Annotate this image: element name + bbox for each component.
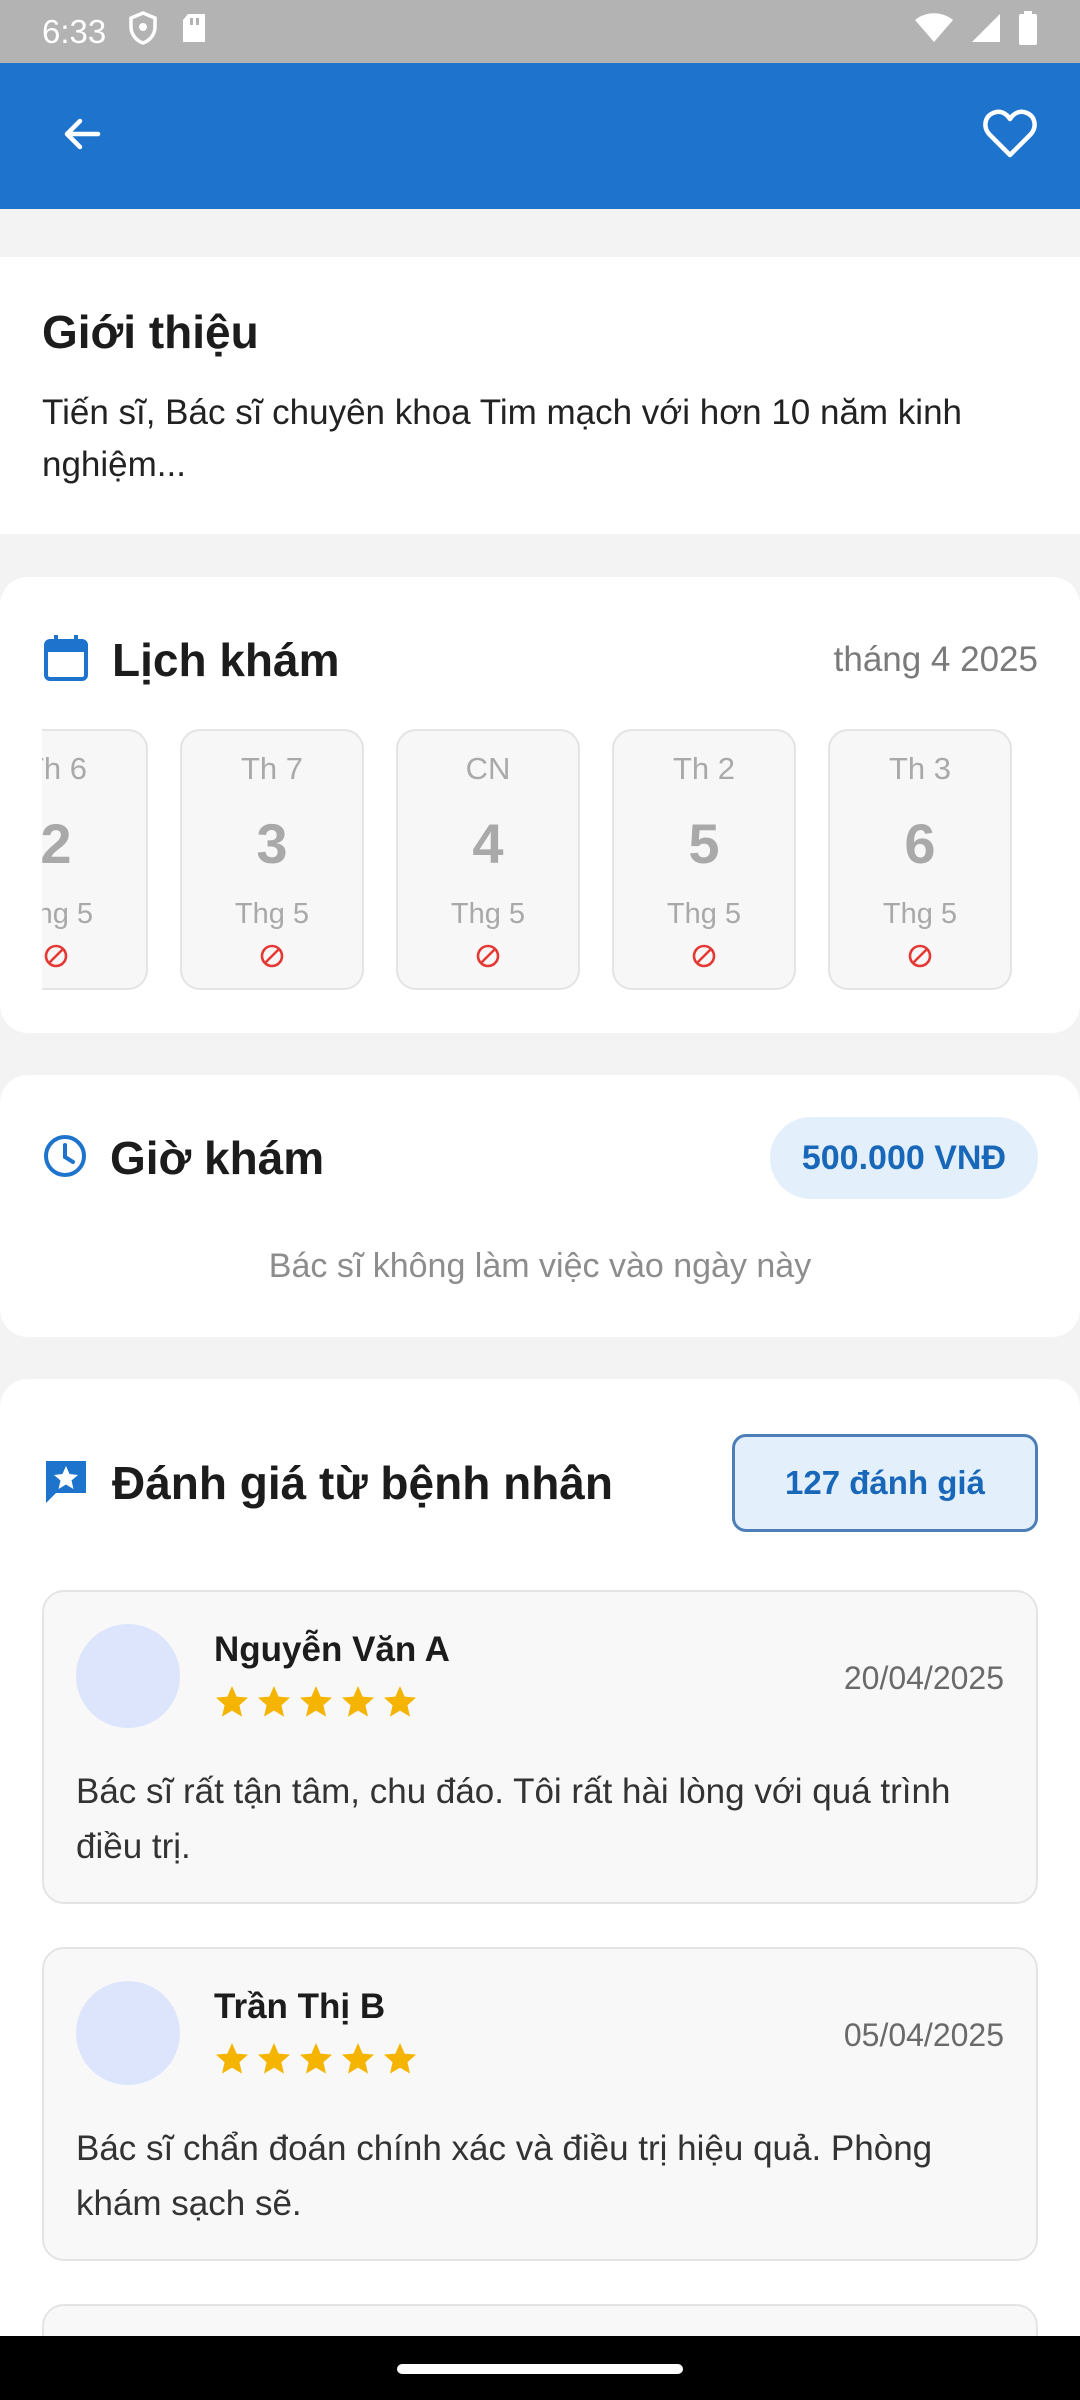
reviewer-name: Nguyễn Văn A [214,1630,450,1669]
day-of-week: Th 3 [888,751,952,786]
intro-card: Giới thiệu Tiến sĩ, Bác sĩ chuyên khoa T… [0,257,1080,534]
app-bar [0,63,1080,209]
star-icon [340,1684,376,1725]
battery-icon [1018,10,1038,53]
day-card[interactable]: Th 2 5 Thg 5 [612,729,796,990]
reviewer-name: Trần Thị B [214,1987,386,2026]
review-count-button[interactable]: 127 đánh giá [732,1434,1038,1532]
status-bar: 6:33 [0,0,1080,63]
shield-icon [128,10,158,53]
day-strip[interactable]: Th 62Thg 5Th 73Thg 5CN4Thg 5Th 25Thg 5Th… [42,729,1012,990]
arrow-back-icon [58,110,106,163]
day-number: 4 [472,812,504,875]
star-icon [256,1684,292,1725]
price-badge: 500.000 VNĐ [769,1117,1038,1199]
rating-stars [214,2041,418,2082]
day-month: Thg 5 [42,898,94,930]
day-picker[interactable]: Th 62Thg 5Th 73Thg 5CN4Thg 5Th 25Thg 5Th… [42,729,1080,994]
clock-icon [42,1133,88,1184]
unavailable-icon [43,943,69,974]
unavailable-icon [907,943,933,974]
star-icon [382,2041,418,2082]
schedule-month: tháng 4 2025 [833,640,1038,679]
star-icon [382,1684,418,1725]
review-item: Trần Thị B 05/04/2025 Bác sĩ chẩn đoán c… [42,1947,1038,2261]
review-item: Nguyễn Văn A 20/04/2025 Bác sĩ rất tận t… [42,1590,1038,1904]
star-icon [298,1684,334,1725]
day-card[interactable]: Th 3 6 Thg 5 [828,729,1012,990]
rating-stars [214,1684,418,1725]
gesture-nav-bar [0,2336,1080,2400]
hours-card: Giờ khám 500.000 VNĐ Bác sĩ không làm vi… [0,1075,1080,1337]
schedule-card: Lịch khám tháng 4 2025 Th 62Thg 5Th 73Th… [0,577,1080,1033]
review-text: Bác sĩ rất tận tâm, chu đáo. Tôi rất hài… [76,1772,951,1866]
day-month: Thg 5 [234,898,310,930]
calendar-icon [42,633,90,688]
star-icon [214,2041,250,2082]
intro-title: Giới thiệu [42,306,259,358]
day-card[interactable]: Th 7 3 Thg 5 [180,729,364,990]
day-month: Thg 5 [666,898,742,930]
day-card[interactable]: Th 6 2 Thg 5 [42,729,148,990]
day-of-week: Th 2 [672,751,736,786]
day-of-week: CN [465,751,511,786]
day-month: Thg 5 [450,898,526,930]
day-number: 2 [42,812,72,875]
wifi-icon [914,12,954,52]
day-card[interactable]: CN 4 Thg 5 [396,729,580,990]
review-date: 05/04/2025 [843,2017,1004,2053]
star-icon [298,2041,334,2082]
avatar [76,1981,180,2085]
star-icon [340,2041,376,2082]
no-work-message: Bác sĩ không làm việc vào ngày này [268,1247,812,1285]
day-of-week: Th 6 [42,751,88,786]
day-number: 3 [256,812,288,875]
review-date: 20/04/2025 [843,1660,1004,1696]
day-number: 5 [688,812,720,875]
reviews-card: Đánh giá từ bệnh nhân 127 đánh giá Nguyễ… [0,1379,1080,2400]
hours-title: Giờ khám [110,1132,325,1184]
day-month: Thg 5 [882,898,958,930]
unavailable-icon [475,943,501,974]
review-star-icon [42,1457,90,1510]
star-icon [256,2041,292,2082]
unavailable-icon [259,943,285,974]
sd-card-icon [180,12,208,52]
unavailable-icon [691,943,717,974]
heart-outline-icon [982,108,1038,165]
back-button[interactable] [42,96,122,176]
home-indicator[interactable] [397,2364,683,2374]
star-icon [214,1684,250,1725]
day-number: 6 [904,812,936,875]
review-text: Bác sĩ chẩn đoán chính xác và điều trị h… [76,2129,933,2223]
day-of-week: Th 7 [240,751,304,786]
intro-text: Tiến sĩ, Bác sĩ chuyên khoa Tim mạch với… [42,393,963,484]
reviews-title: Đánh giá từ bệnh nhân [112,1457,613,1509]
status-time: 6:33 [42,12,107,50]
signal-icon [970,12,1002,52]
avatar [76,1624,180,1728]
favorite-button[interactable] [970,96,1050,176]
schedule-title: Lịch khám [112,634,340,686]
